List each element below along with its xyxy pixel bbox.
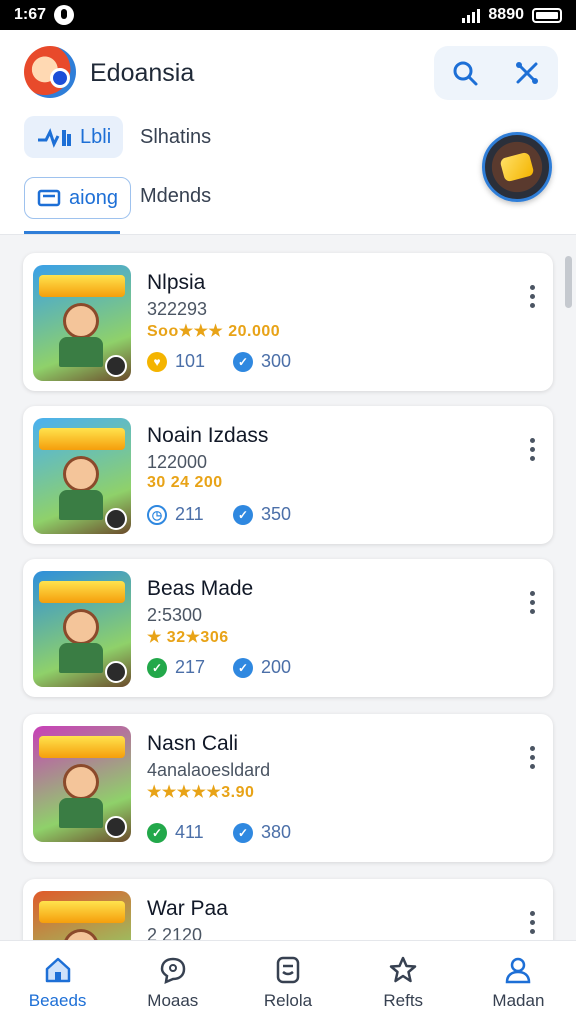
game-rating: ★ 32★306 [147, 629, 229, 646]
game-stat-primary: ✓ 217 [147, 657, 205, 678]
chat-icon [160, 957, 186, 984]
nav-label: Madan [492, 990, 545, 1010]
status-bar: 1:67 8890 [0, 0, 576, 30]
check-green-icon: ✓ [147, 657, 167, 678]
heart-icon: ♥ [147, 351, 167, 372]
stat-value: 101 [175, 351, 206, 371]
tab-label: Lbli [80, 125, 112, 148]
game-rating: Soo★★★ 20.000 [147, 323, 281, 340]
game-card[interactable]: Noain Izdass 122000 30 24 200 ◷ 211 ✓ 350 [23, 406, 553, 544]
gold-reward-button[interactable] [482, 132, 552, 202]
more-options-icon[interactable] [527, 911, 537, 934]
bottom-navigation: Beaeds Moaas Relola Refts Madan [0, 940, 576, 1024]
game-thumbnail[interactable] [33, 571, 131, 687]
notification-icon [54, 5, 75, 25]
stat-value: 380 [261, 822, 292, 842]
chart-icon [38, 128, 71, 148]
more-options-icon[interactable] [527, 591, 537, 614]
search-icon[interactable] [445, 53, 485, 93]
active-tab-indicator [24, 231, 120, 234]
check-icon: ✓ [233, 504, 253, 525]
more-options-icon[interactable] [527, 438, 537, 461]
game-title: Nasn Cali [147, 732, 239, 755]
game-title: War Paa [147, 897, 228, 920]
check-icon: ✓ [233, 351, 253, 372]
document-icon [276, 956, 300, 983]
tab-mdends[interactable]: Mdends [140, 185, 211, 208]
star-icon [389, 956, 417, 982]
game-stat-primary: ✓ 411 [147, 822, 204, 843]
stat-value: 300 [261, 351, 292, 371]
home-icon [45, 957, 70, 982]
nav-item-madan[interactable]: Madan [461, 941, 576, 1024]
check-icon: ✓ [233, 657, 253, 678]
tab-lbli[interactable]: Lbli [24, 116, 124, 158]
game-list[interactable]: Nlpsia 322293 Soo★★★ 20.000 ♥ 101 ✓ 300 Noain I… [0, 236, 576, 940]
game-card[interactable]: War Paa 2 2120 [23, 879, 553, 940]
game-stat-secondary: ✓ 380 [233, 822, 291, 843]
app-header: Edoansia Lbli Slhatins aiong Mdends [0, 30, 576, 235]
game-card[interactable]: Beas Made 2:5300 ★ 32★306 ✓ 217 ✓ 200 [23, 559, 553, 697]
user-icon [506, 957, 531, 983]
nav-label: Moaas [147, 990, 199, 1010]
game-stat-primary: ♥ 101 [147, 351, 205, 372]
battery-icon [532, 7, 562, 23]
tab-label: aiong [69, 186, 118, 209]
game-title: Nlpsia [147, 271, 206, 294]
nav-label: Relola [263, 990, 313, 1010]
tab-slhatins[interactable]: Slhatins [140, 126, 211, 149]
game-subtitle: 4analaoesldard [147, 760, 271, 780]
stat-value: 200 [261, 657, 292, 677]
scrollbar[interactable] [565, 256, 572, 308]
nav-label: Beaeds [28, 990, 87, 1010]
game-thumbnail[interactable] [33, 418, 131, 534]
check-green-icon: ✓ [147, 822, 167, 843]
check-icon: ✓ [233, 822, 253, 843]
nav-item-refts[interactable]: Refts [346, 941, 461, 1024]
stat-value: 217 [175, 657, 206, 677]
game-title: Noain Izdass [147, 424, 269, 447]
nav-item-moaas[interactable]: Moaas [115, 941, 230, 1024]
game-stat-primary: ◷ 211 [147, 504, 204, 525]
game-thumbnail[interactable] [33, 726, 131, 842]
signal-icon [462, 7, 481, 23]
clock-icon: ◷ [147, 504, 167, 525]
nav-label: Refts [383, 990, 424, 1010]
game-subtitle: 2:5300 [147, 605, 203, 625]
tab-aiong[interactable]: aiong [24, 177, 131, 219]
game-rating: 30 24 200 [147, 474, 223, 491]
nav-item-relola[interactable]: Relola [230, 941, 345, 1024]
game-card[interactable]: Nasn Cali 4analaoesldard ★★★★★3.90 ✓ 411 ✓ 380 [23, 714, 553, 862]
status-time: 1:67 [14, 6, 47, 23]
game-thumbnail[interactable] [33, 891, 131, 940]
tools-icon[interactable] [507, 53, 547, 93]
game-thumbnail[interactable] [33, 265, 131, 381]
nav-item-beaeds[interactable]: Beaeds [0, 941, 115, 1024]
game-title: Beas Made [147, 577, 254, 600]
game-subtitle: 122000 [147, 452, 208, 472]
app-logo [24, 46, 76, 98]
battery-text: 8890 [488, 6, 524, 23]
app-title: Edoansia [90, 59, 195, 87]
game-rating: ★★★★★3.90 [147, 784, 255, 801]
stat-value: 211 [175, 504, 204, 524]
stat-value: 350 [261, 504, 292, 524]
more-options-icon[interactable] [527, 285, 537, 308]
header-actions [434, 46, 558, 100]
gold-icon [499, 151, 535, 183]
game-subtitle: 322293 [147, 299, 208, 319]
card-icon [37, 189, 61, 207]
more-options-icon[interactable] [527, 746, 537, 769]
stat-value: 411 [175, 822, 204, 842]
game-card[interactable]: Nlpsia 322293 Soo★★★ 20.000 ♥ 101 ✓ 300 [23, 253, 553, 391]
game-stat-secondary: ✓ 300 [233, 351, 291, 372]
game-subtitle: 2 2120 [147, 925, 203, 940]
game-stat-secondary: ✓ 200 [233, 657, 291, 678]
game-stat-secondary: ✓ 350 [233, 504, 291, 525]
